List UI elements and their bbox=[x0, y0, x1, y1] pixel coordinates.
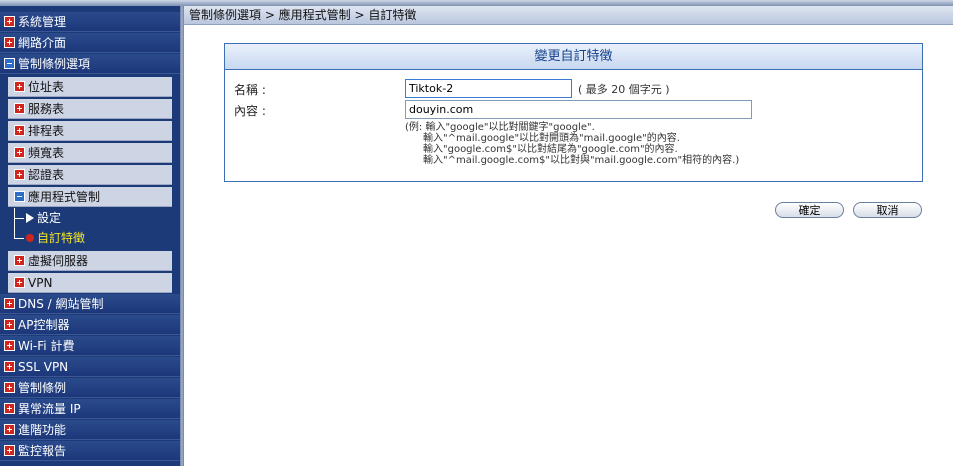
main-content: 管制條例選項 > 應用程式管制 > 自訂特徵 變更自訂特徵 名稱 : ( 最多 … bbox=[184, 6, 953, 466]
sidebar-item-label: 系統管理 bbox=[18, 15, 67, 29]
expand-plus-icon bbox=[14, 81, 25, 92]
expand-plus-icon bbox=[4, 382, 15, 393]
content-label: 內容 : bbox=[234, 104, 266, 118]
sidebar-item-label: SSL VPN bbox=[18, 360, 69, 374]
example-line: (例: 輸入"google"以比對關鍵字"google". bbox=[405, 122, 595, 133]
sidebar-item-label: 認證表 bbox=[28, 168, 65, 182]
expand-plus-icon bbox=[4, 445, 15, 456]
example-line: 輸入"google.com$"以比對結尾為"google.com"的內容. bbox=[423, 144, 678, 155]
content-example-text: (例: 輸入"google"以比對關鍵字"google". 輸入"^mail.g… bbox=[405, 122, 739, 166]
sidebar-subitem-vpn[interactable]: VPN bbox=[8, 273, 172, 293]
sidebar-subitem-bandwidth-table[interactable]: 頻寬表 bbox=[8, 143, 172, 163]
sidebar-leaf-app-settings[interactable]: 設定 bbox=[0, 208, 180, 228]
expand-plus-icon bbox=[4, 16, 15, 27]
sidebar-item-label: 位址表 bbox=[28, 80, 65, 94]
sidebar-item-monitor-report[interactable]: 監控報告 bbox=[0, 441, 180, 461]
sidebar-item-label: AP控制器 bbox=[18, 318, 70, 332]
sidebar-item-dns-web[interactable]: DNS / 網站管制 bbox=[0, 294, 180, 314]
sidebar-item-network-iface[interactable]: 網路介面 bbox=[0, 33, 180, 53]
breadcrumb: 管制條例選項 > 應用程式管制 > 自訂特徵 bbox=[184, 6, 953, 25]
sidebar-item-label: 網路介面 bbox=[18, 36, 67, 50]
expand-plus-icon bbox=[14, 125, 25, 136]
sidebar-item-ap-controller[interactable]: AP控制器 bbox=[0, 315, 180, 335]
active-dot-icon bbox=[26, 234, 34, 242]
tree-line bbox=[14, 228, 15, 238]
arrow-right-icon bbox=[26, 213, 34, 223]
sidebar-item-label: 監控報告 bbox=[18, 444, 67, 458]
sidebar-item-label: VPN bbox=[28, 276, 53, 290]
sidebar-item-label: 異常流量 IP bbox=[18, 402, 81, 416]
name-label: 名稱 : bbox=[234, 83, 266, 97]
content-input[interactable] bbox=[405, 100, 752, 119]
sidebar-subitem-app-control[interactable]: 應用程式管制 bbox=[8, 187, 172, 207]
tree-branch bbox=[14, 218, 24, 219]
sidebar-item-abnormal-ip[interactable]: 異常流量 IP bbox=[0, 399, 180, 419]
sidebar-item-label: 管制條例 bbox=[18, 381, 67, 395]
expand-plus-icon bbox=[14, 103, 25, 114]
sidebar-item-ssl-vpn[interactable]: SSL VPN bbox=[0, 357, 180, 377]
name-input[interactable] bbox=[405, 79, 572, 98]
expand-plus-icon bbox=[14, 277, 25, 288]
sidebar-item-label: 自訂特徵 bbox=[37, 231, 86, 245]
sidebar-subitem-virtual-server[interactable]: 虛擬伺服器 bbox=[8, 251, 172, 271]
expand-plus-icon bbox=[14, 169, 25, 180]
sidebar-item-label: 管制條例選項 bbox=[18, 57, 91, 71]
expand-plus-icon bbox=[4, 319, 15, 330]
expand-plus-icon bbox=[4, 340, 15, 351]
expand-plus-icon bbox=[4, 361, 15, 372]
sidebar-subitem-schedule-table[interactable]: 排程表 bbox=[8, 121, 172, 141]
sidebar-item-label: 設定 bbox=[37, 211, 62, 225]
cancel-button[interactable]: 取消 bbox=[853, 202, 922, 218]
example-line: 輸入"^mail.google"以比對開頭為"mail.google"的內容. bbox=[423, 133, 680, 144]
panel-title: 變更自訂特徵 bbox=[225, 44, 922, 70]
expand-plus-icon bbox=[4, 37, 15, 48]
sidebar-item-label: Wi-Fi 計費 bbox=[18, 339, 75, 353]
sidebar-item-label: DNS / 網站管制 bbox=[18, 297, 104, 311]
sidebar-item-label: 虛擬伺服器 bbox=[28, 254, 89, 268]
sidebar-item-label: 頻寬表 bbox=[28, 146, 65, 160]
sidebar-item-label: 排程表 bbox=[28, 124, 65, 138]
expand-plus-icon bbox=[4, 298, 15, 309]
expand-plus-icon bbox=[14, 255, 25, 266]
sidebar-item-policy[interactable]: 管制條例 bbox=[0, 378, 180, 398]
sidebar-item-label: 服務表 bbox=[28, 102, 65, 116]
sidebar: 系統管理 網路介面 管制條例選項 位址表 服務表 排程表 頻寬表 認證表 應用程… bbox=[0, 6, 180, 466]
sidebar-item-advanced[interactable]: 進階功能 bbox=[0, 420, 180, 440]
sidebar-item-label: 進階功能 bbox=[18, 423, 67, 437]
tree-branch bbox=[14, 238, 24, 239]
collapse-minus-icon bbox=[14, 191, 25, 202]
sidebar-subitem-cert-table[interactable]: 認證表 bbox=[8, 165, 172, 185]
name-length-hint: ( 最多 20 個字元 ) bbox=[578, 83, 670, 96]
sidebar-subitem-address-table[interactable]: 位址表 bbox=[8, 77, 172, 97]
sidebar-leaf-app-custom-signature[interactable]: 自訂特徵 bbox=[0, 228, 180, 248]
ok-button[interactable]: 確定 bbox=[775, 202, 844, 218]
sidebar-item-wifi-billing[interactable]: Wi-Fi 計費 bbox=[0, 336, 180, 356]
collapse-minus-icon bbox=[4, 58, 15, 69]
sidebar-item-system-mgmt[interactable]: 系統管理 bbox=[0, 12, 180, 32]
sidebar-subitem-service-table[interactable]: 服務表 bbox=[8, 99, 172, 119]
expand-plus-icon bbox=[14, 147, 25, 158]
example-line: 輸入"^mail.google.com$"以比對與"mail.google.co… bbox=[423, 155, 740, 166]
sidebar-item-label: 應用程式管制 bbox=[28, 190, 101, 204]
expand-plus-icon bbox=[4, 403, 15, 414]
sidebar-item-policy-objects[interactable]: 管制條例選項 bbox=[0, 54, 180, 74]
edit-custom-signature-panel: 變更自訂特徵 名稱 : ( 最多 20 個字元 ) 內容 : (例: 輸入"go… bbox=[224, 43, 923, 182]
expand-plus-icon bbox=[4, 424, 15, 435]
